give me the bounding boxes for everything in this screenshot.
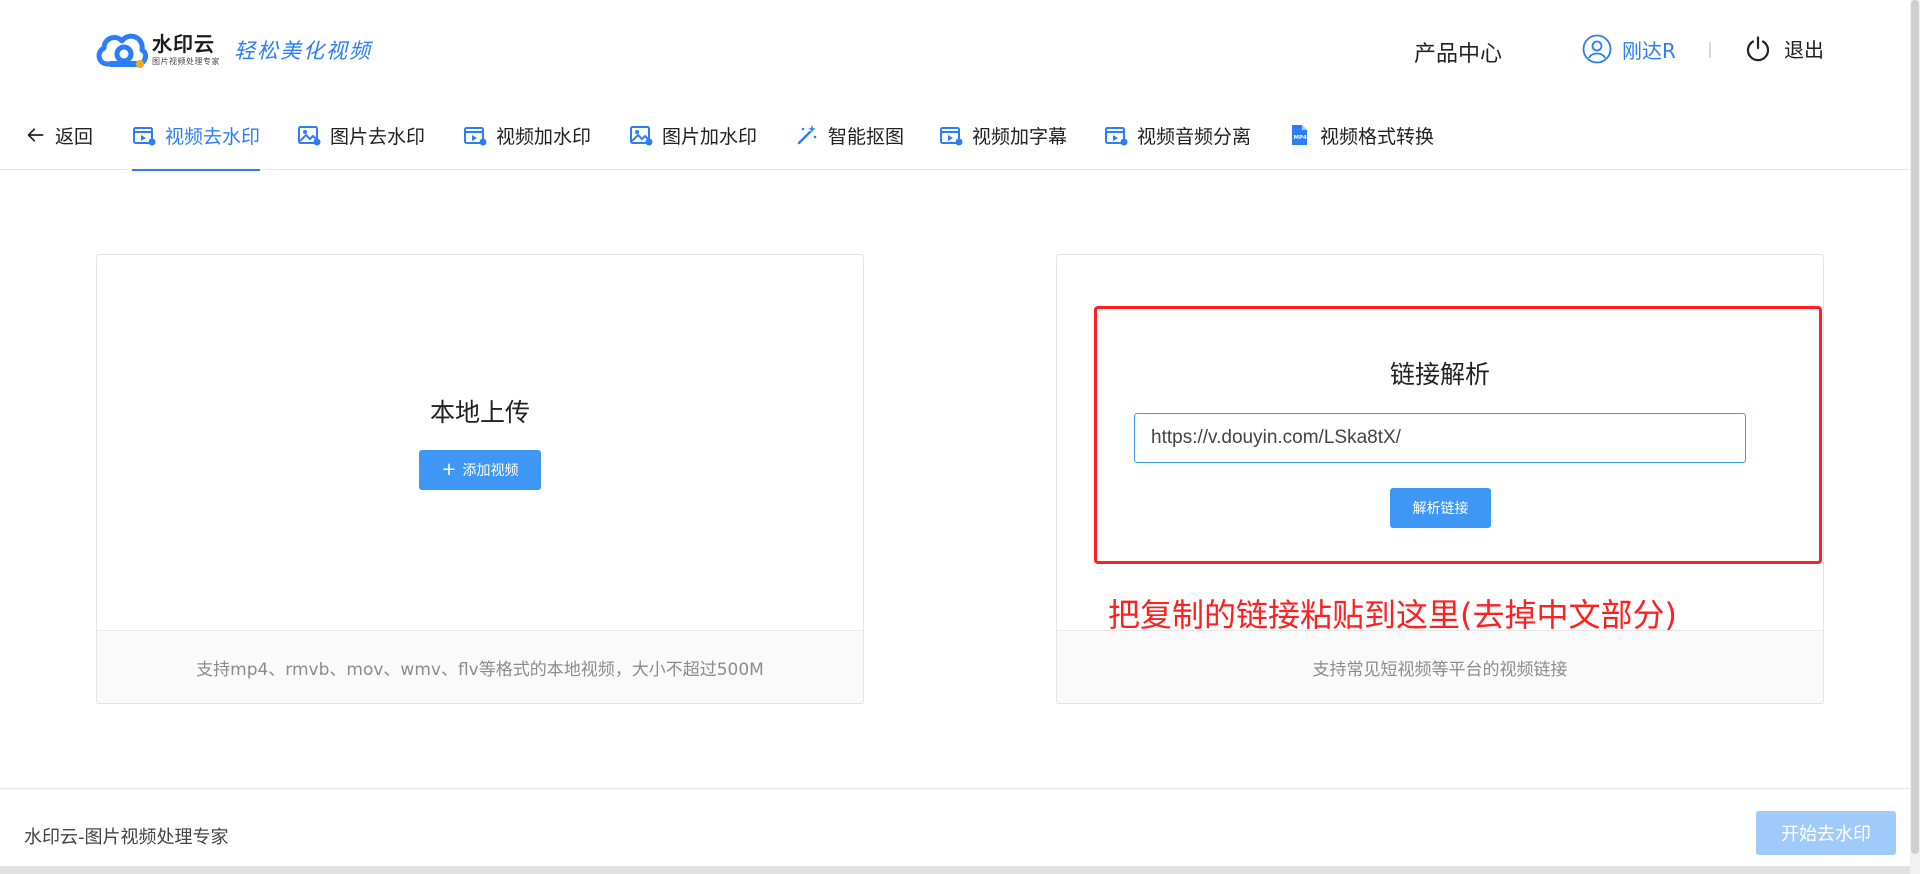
vertical-scrollbar-thumb[interactable] (1911, 0, 1919, 854)
start-remove-watermark-button[interactable]: 开始去水印 (1756, 811, 1896, 855)
add-video-label: 添加视频 (462, 463, 519, 479)
local-upload-card: 本地上传 + 添加视频 支持mp4、rmvb、mov、wmv、flv等格式的本地… (96, 254, 864, 704)
username: 刚达R (1622, 38, 1676, 63)
parse-link-label: 解析链接 (1412, 501, 1469, 517)
tab-video-subtitles[interactable]: 视频加字幕 (939, 100, 1067, 170)
bottom-bar: 水印云-图片视频处理专家 开始去水印 (0, 788, 1910, 866)
tab-video-remove-watermark[interactable]: 视频去水印 (132, 100, 261, 171)
logo[interactable]: 水印云 图片视频处理专家 轻松美化视频 (94, 28, 372, 72)
arrow-left-icon (27, 128, 44, 142)
plus-icon: + (441, 459, 457, 480)
image-add-icon (630, 126, 653, 146)
start-button-label: 开始去水印 (1781, 824, 1871, 845)
link-parse-hint: 支持常见短视频等平台的视频链接 (1057, 630, 1823, 703)
top-header: 水印云 图片视频处理专家 轻松美化视频 产品中心 刚达R 退出 (0, 0, 1910, 100)
tab-label: 视频去水印 (165, 125, 261, 148)
tool-tabs: 返回 视频去水印 图片去水印 视频加水印 图片加水印 智能抠图 视频加字幕 视频… (0, 100, 1910, 171)
tab-label: 图片去水印 (330, 125, 426, 148)
cloud-logo-icon (96, 33, 148, 68)
tab-label: 返回 (55, 125, 94, 148)
tab-image-add-watermark[interactable]: 图片加水印 (629, 100, 757, 170)
video-add-icon (464, 127, 487, 146)
logo-slogan: 轻松美化视频 (234, 39, 372, 63)
power-icon (1746, 35, 1770, 61)
local-upload-hint: 支持mp4、rmvb、mov、wmv、flv等格式的本地视频，大小不超过500M (97, 630, 863, 703)
tab-smart-cutout[interactable]: 智能抠图 (795, 100, 904, 170)
logout-label: 退出 (1784, 38, 1824, 62)
svg-text:MP4: MP4 (1294, 135, 1308, 141)
link-parse-title: 链接解析 (1389, 360, 1490, 389)
mp4-file-icon: MP4 (1292, 125, 1308, 145)
footer-brand-text: 水印云-图片视频处理专家 (24, 827, 229, 848)
tab-video-add-watermark[interactable]: 视频加水印 (463, 100, 591, 170)
tab-video-format-convert[interactable]: MP4 视频格式转换 (1287, 100, 1434, 170)
tab-image-remove-watermark[interactable]: 图片去水印 (297, 100, 425, 170)
tab-label: 视频音频分离 (1137, 125, 1252, 148)
parse-link-button[interactable]: 解析链接 (1390, 488, 1491, 528)
logout-button[interactable]: 退出 (1744, 34, 1824, 63)
local-upload-title: 本地上传 (429, 398, 530, 427)
tab-label: 视频加字幕 (972, 125, 1068, 148)
tab-label: 图片加水印 (662, 125, 758, 148)
horizontal-scrollbar[interactable] (0, 866, 1910, 874)
tab-label: 视频加水印 (496, 125, 592, 148)
product-center-link[interactable]: 产品中心 (1414, 36, 1502, 68)
tab-label: 视频格式转换 (1320, 125, 1435, 148)
logo-name: 水印云 (152, 32, 215, 56)
back-button[interactable]: 返回 (26, 100, 93, 170)
header-divider (1709, 42, 1711, 58)
add-video-button[interactable]: + 添加视频 (419, 450, 541, 490)
annotation-text: 把复制的链接粘贴到这里(去掉中文部分) (1108, 596, 1677, 634)
image-icon (298, 126, 321, 146)
logo-subtitle: 图片视频处理专家 (152, 57, 220, 66)
tab-label: 智能抠图 (828, 125, 905, 148)
user-avatar-icon (1582, 34, 1612, 64)
user-menu[interactable]: 刚达R (1582, 34, 1676, 64)
video-icon (133, 127, 156, 146)
tab-video-audio-separate[interactable]: 视频音频分离 (1104, 100, 1251, 170)
link-parse-card: 链接解析 解析链接 支持常见短视频等平台的视频链接 (1056, 254, 1824, 704)
magic-wand-icon (797, 125, 817, 145)
video-audio-icon (1105, 127, 1128, 146)
vertical-scrollbar[interactable] (1910, 0, 1920, 874)
video-url-input[interactable] (1134, 413, 1746, 463)
video-subtitle-icon (940, 127, 963, 146)
